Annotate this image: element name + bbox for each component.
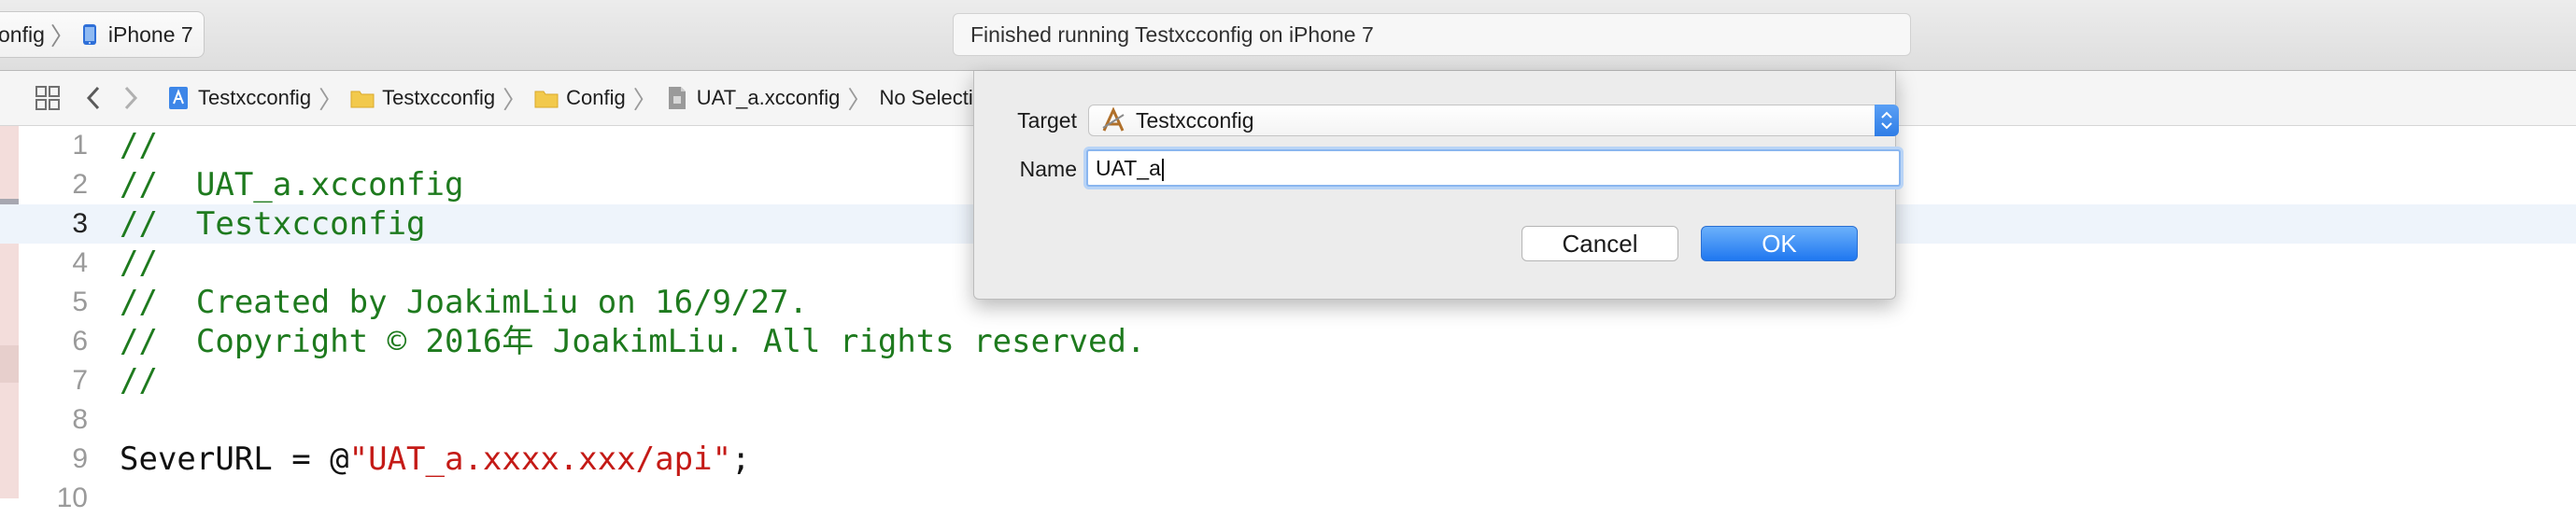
breadcrumb-chevron-icon: 〉 (502, 85, 528, 114)
new-file-dialog: Target Testxcconfig Name UAT_a Cancel OK (973, 71, 1901, 300)
folder-icon (350, 91, 375, 108)
code-text: // Created by JoakimLiu on 16/9/27. (120, 284, 808, 321)
text-caret (1161, 158, 1164, 181)
code-text: // Testxcconfig (120, 205, 426, 243)
scheme-name: onfig (0, 21, 45, 47)
breadcrumb-label: Testxcconfig (382, 86, 496, 109)
iphone-device-icon (82, 24, 96, 45)
breadcrumb-group[interactable]: Testxcconfig 〉 (350, 81, 534, 116)
device-name: iPhone 7 (107, 21, 193, 47)
line-number: 6 (72, 326, 88, 357)
code-text: // (120, 362, 158, 399)
popup-stepper-icon[interactable] (1875, 105, 1899, 136)
line-number: 1 (72, 130, 88, 161)
name-label: Name (1019, 157, 1077, 181)
code-text: // (120, 245, 158, 282)
code-line: 10 (0, 479, 2576, 518)
line-number: 4 (72, 247, 88, 278)
activity-viewer: Finished running Testxcconfig on iPhone … (953, 13, 1911, 56)
line-number: 9 (72, 443, 88, 474)
forward-chevron-icon[interactable] (112, 71, 149, 125)
scheme-selector[interactable]: onfig 〉 iPhone 7 (0, 11, 205, 58)
code-text: SeverURL = @"UAT_a.xxxx.xxx/api"; (120, 440, 751, 479)
name-field[interactable]: UAT_a (1086, 149, 1901, 187)
code-terminator: ; (731, 441, 751, 478)
target-label: Target (1017, 108, 1077, 133)
back-chevron-icon[interactable] (75, 71, 112, 125)
xcconfig-file-icon (668, 87, 686, 109)
grid-icon[interactable] (21, 71, 75, 125)
code-identifier: SeverURL = @ (120, 441, 349, 478)
target-popup[interactable]: Testxcconfig (1088, 105, 1899, 136)
breadcrumb-label: UAT_a.xcconfig (696, 86, 841, 109)
name-field-value: UAT_a (1096, 156, 1161, 180)
app-target-icon (1102, 107, 1125, 132)
code-text: // Copyright © 2016年 JoakimLiu. All righ… (120, 323, 1146, 360)
line-number: 10 (56, 483, 88, 513)
breadcrumb-label: No Selecti (879, 86, 973, 109)
code-line: 9 SeverURL = @"UAT_a.xxxx.xxx/api"; (0, 440, 2576, 479)
line-number: 8 (72, 404, 88, 435)
line-number: 3 (72, 208, 88, 239)
breadcrumb-file[interactable]: UAT_a.xcconfig 〉 (665, 81, 880, 116)
breadcrumb-chevron-icon: 〉 (847, 85, 872, 114)
breadcrumb-config-folder[interactable]: Config 〉 (534, 81, 665, 116)
breadcrumb-label: Testxcconfig (198, 86, 312, 109)
code-line: 6 // Copyright © 2016年 JoakimLiu. All ri… (0, 322, 2576, 361)
breadcrumb-label: Config (566, 86, 626, 109)
activity-status-text: Finished running Testxcconfig on iPhone … (970, 21, 1374, 47)
project-icon (169, 87, 188, 109)
code-text: // UAT_a.xcconfig (120, 166, 464, 203)
line-number: 7 (72, 365, 88, 396)
breadcrumb-selection[interactable]: No Selecti (879, 86, 972, 110)
breadcrumb-chevron-icon: 〉 (318, 85, 344, 114)
target-value: Testxcconfig (1136, 107, 1254, 133)
code-text: // (120, 127, 158, 164)
code-line: 7 // (0, 361, 2576, 400)
string-literal: "UAT_a.xxxx.xxx/api" (348, 441, 732, 478)
line-number: 5 (72, 287, 88, 317)
cancel-button[interactable]: Cancel (1522, 226, 1678, 261)
ok-button[interactable]: OK (1701, 226, 1858, 261)
breadcrumb-project[interactable]: Testxcconfig 〉 (166, 81, 350, 116)
window-toolbar: onfig 〉 iPhone 7 Finished running Testxc… (0, 0, 2576, 71)
breadcrumb-chevron-icon: 〉 (632, 85, 658, 114)
line-number: 2 (72, 169, 88, 200)
scheme-separator-chevron-icon: 〉 (50, 21, 75, 50)
code-line: 8 (0, 400, 2576, 440)
folder-icon (534, 91, 559, 108)
